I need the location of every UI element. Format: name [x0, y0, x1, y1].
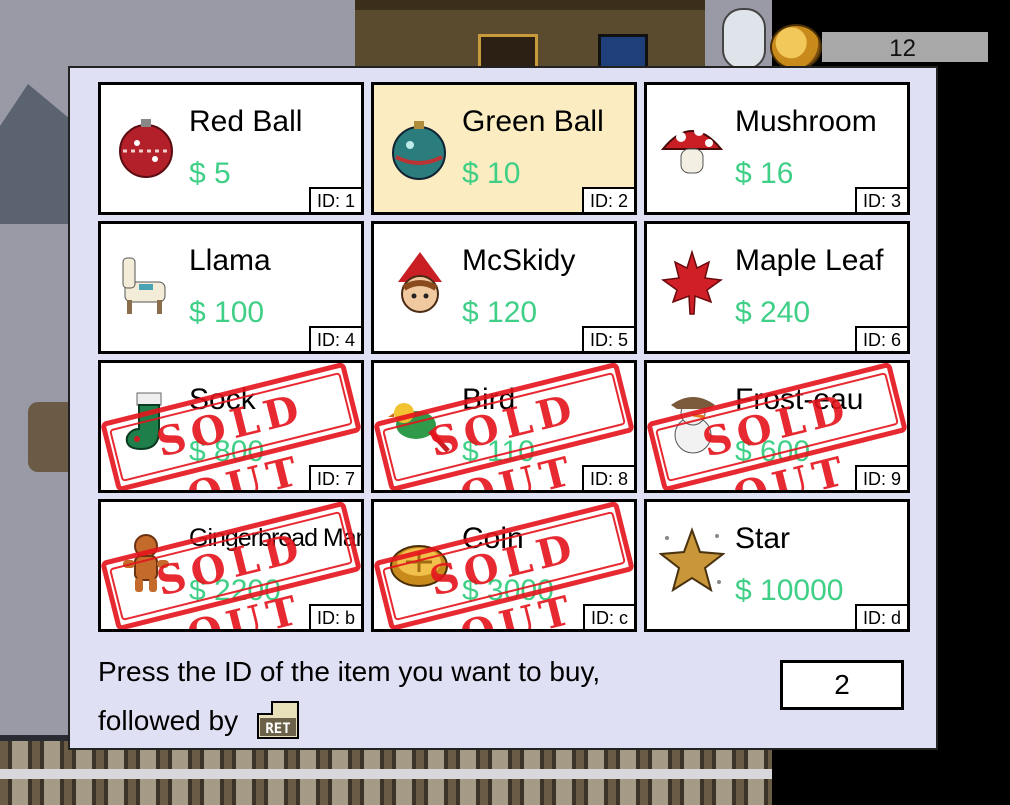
item-id: ID: 9 [854, 465, 907, 490]
id-entry-field[interactable]: 2 [780, 660, 904, 710]
item-name: McSkidy [462, 244, 576, 277]
item-id: ID: c [582, 604, 634, 629]
item-id: ID: 5 [581, 326, 634, 351]
item-id: ID: 7 [308, 465, 361, 490]
item-card[interactable]: McSkidy $ 120 ID: 5 [371, 221, 637, 354]
llama-icon [113, 248, 179, 320]
item-id: ID: 6 [854, 326, 907, 351]
item-card[interactable]: Mushroom $ 16 ID: 3 [644, 82, 910, 215]
item-price: $ 120 [462, 296, 538, 329]
elf-icon [386, 248, 452, 320]
item-card[interactable]: Red Ball $ 5 ID: 1 [98, 82, 364, 215]
item-price: $ 10 [462, 157, 521, 190]
item-name: Star [735, 522, 791, 555]
item-card[interactable]: Gingerbread Man $ 2200 ID: b SOLD OUT [98, 499, 364, 632]
house-window [598, 34, 648, 70]
item-id: ID: 4 [308, 326, 361, 351]
item-id: ID: 8 [581, 465, 634, 490]
item-name: Green Ball [462, 105, 604, 138]
item-card[interactable]: Coin $ 3000 ID: c SOLD OUT [371, 499, 637, 632]
item-id: ID: b [308, 604, 361, 629]
return-key-label: RET [265, 721, 290, 737]
item-id: ID: d [854, 604, 907, 629]
mushroom-icon [659, 109, 725, 181]
snow-figure [722, 8, 766, 70]
shop-panel: Red Ball $ 5 ID: 1 Green Ball $ 10 ID: 2 Mushr… [68, 66, 938, 750]
maple-leaf-icon [659, 248, 725, 320]
item-price: $ 5 [189, 157, 231, 190]
item-card[interactable]: Bird $ 110 ID: 8 SOLD OUT [371, 360, 637, 493]
item-price: $ 10000 [735, 574, 844, 607]
item-id: ID: 2 [581, 187, 634, 212]
coin-counter-icon [770, 24, 822, 70]
item-price: $ 240 [735, 296, 811, 329]
item-price: $ 100 [189, 296, 265, 329]
item-card[interactable]: Maple Leaf $ 240 ID: 6 [644, 221, 910, 354]
item-name: Maple Leaf [735, 244, 884, 277]
item-price: $ 16 [735, 157, 794, 190]
item-card[interactable]: Star $ 10000 ID: d [644, 499, 910, 632]
item-card[interactable]: Frost-eau $ 600 ID: 9 SOLD OUT [644, 360, 910, 493]
item-name: Llama [189, 244, 271, 277]
instructions: Press the ID of the item you want to buy… [98, 654, 600, 739]
green-ornament-icon [386, 109, 452, 181]
item-card[interactable]: Llama $ 100 ID: 4 [98, 221, 364, 354]
item-grid: Red Ball $ 5 ID: 1 Green Ball $ 10 ID: 2 Mushr… [98, 82, 910, 632]
item-name: Red Ball [189, 105, 303, 138]
player-character [28, 402, 72, 472]
item-card[interactable]: Sock $ 800 ID: 7 SOLD OUT [98, 360, 364, 493]
instructions-line-2: followed by RET [98, 690, 600, 739]
item-card[interactable]: Green Ball $ 10 ID: 2 [371, 82, 637, 215]
red-ornament-icon [113, 109, 179, 181]
item-id: ID: 3 [854, 187, 907, 212]
item-name: Mushroom [735, 105, 877, 138]
item-id: ID: 1 [308, 187, 361, 212]
snowy-rock [0, 84, 70, 224]
instructions-line-1: Press the ID of the item you want to buy… [98, 656, 601, 687]
coin-count: 12 [889, 35, 916, 62]
return-key-icon: RET [256, 700, 300, 740]
coin-counter: 12 [822, 32, 988, 62]
star-icon [659, 526, 725, 598]
